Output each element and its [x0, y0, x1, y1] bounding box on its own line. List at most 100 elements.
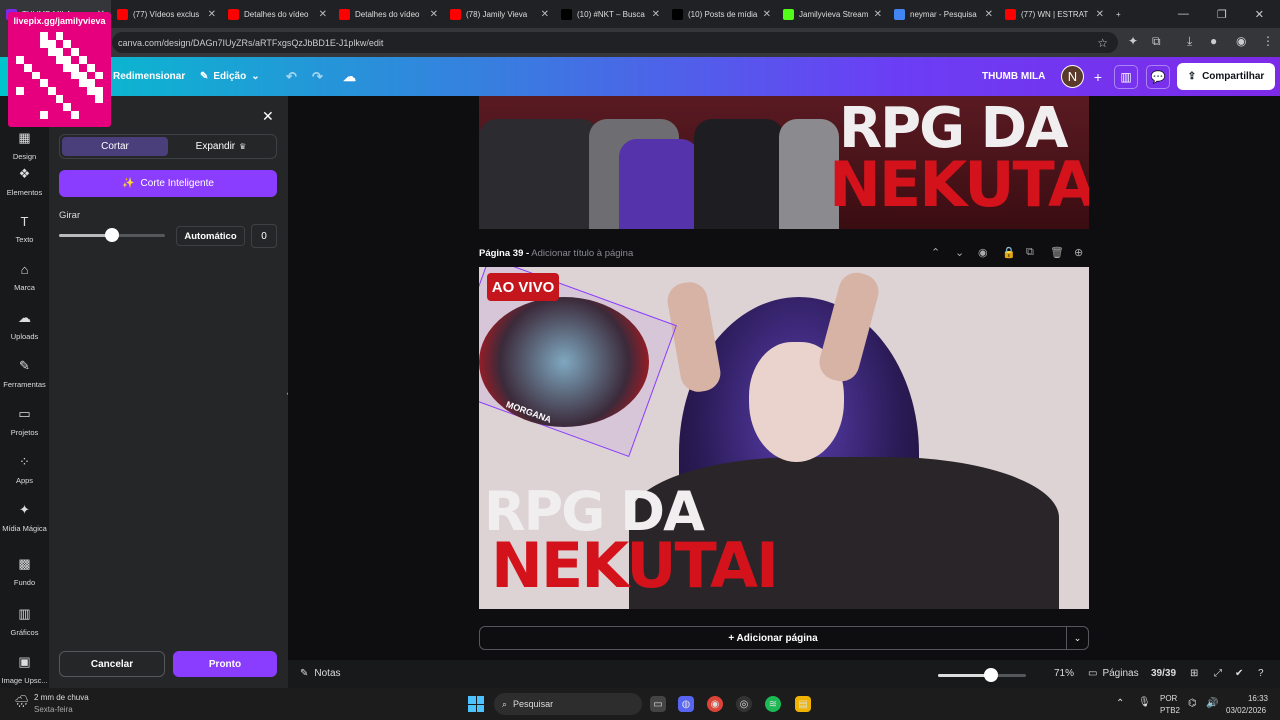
insights-chart-icon[interactable]: ▥ — [1114, 65, 1138, 89]
redo-icon[interactable]: ↷ — [312, 57, 323, 96]
obs-icon[interactable]: ◎ — [736, 696, 752, 712]
sidebar-item-apps[interactable]: ⁘ Apps — [0, 454, 49, 485]
zoom-slider[interactable] — [938, 668, 1026, 682]
sidebar-item-projetos[interactable]: ▭ Projetos — [0, 406, 49, 437]
qr-module — [63, 32, 72, 40]
tab-close-icon[interactable]: ✕ — [874, 9, 882, 20]
page-title-input[interactable]: Adicionar título à página — [531, 248, 633, 259]
sidebar-item-image-upsc-[interactable]: ▣ Image Upsc... — [0, 654, 49, 685]
tab-crop[interactable]: Cortar — [62, 137, 168, 156]
chrome-icon[interactable]: ◉ — [707, 696, 723, 712]
sidebar-item-elementos[interactable]: ❖ Elementos — [0, 166, 49, 197]
sidebar-item-texto[interactable]: T Texto — [0, 214, 49, 244]
microphone-icon[interactable]: 🎙 — [1138, 697, 1151, 708]
eye-icon[interactable]: ◉ — [978, 246, 988, 259]
tab-close-icon[interactable]: ✕ — [763, 9, 771, 20]
tab-close-icon[interactable]: ✕ — [985, 9, 993, 20]
sidebar-item-m-dia-m-gica[interactable]: ✦ Mídia Mágica — [0, 502, 49, 533]
spotify-icon[interactable]: ≋ — [765, 696, 781, 712]
bookmark-star-icon[interactable]: ☆ — [1097, 36, 1108, 50]
cancel-button[interactable]: Cancelar — [59, 651, 165, 677]
edit-menu-button[interactable]: ✎ Edição ⌄ — [200, 57, 260, 96]
share-button[interactable]: ⇪ Compartilhar — [1177, 63, 1275, 90]
tab-close-icon[interactable]: ✕ — [1096, 9, 1104, 20]
tab-close-icon[interactable]: ✕ — [208, 9, 216, 20]
sidebar-item-uploads[interactable]: ☁ Uploads — [0, 310, 49, 341]
auto-rotate-button[interactable]: Automático — [176, 226, 245, 246]
browser-tab[interactable]: Detalhes do vídeo ✕ — [222, 0, 333, 28]
puzzle-icon[interactable]: ⧉ — [1152, 34, 1161, 49]
fullscreen-icon[interactable]: ⤢ — [1214, 668, 1222, 679]
tab-expand[interactable]: Expandir ♛ — [168, 137, 274, 156]
done-button[interactable]: Pronto — [173, 651, 277, 677]
profile-ext-icon[interactable]: ● — [1210, 34, 1217, 48]
browser-tab[interactable]: (78) Jamily Vieva ✕ — [444, 0, 555, 28]
comment-icon[interactable]: 💬 — [1146, 65, 1170, 89]
zoom-slider-knob[interactable] — [983, 668, 998, 682]
taskbar-search[interactable]: ⌕ Pesquisar — [494, 693, 642, 715]
pages-button[interactable]: ▭ Páginas — [1088, 668, 1139, 679]
task-view-icon[interactable]: ▭ — [650, 696, 666, 712]
browser-tab[interactable]: neymar - Pesquisa ✕ — [888, 0, 999, 28]
tab-close-icon[interactable]: ✕ — [541, 9, 549, 20]
grid-view-icon[interactable]: ⊞ — [1190, 668, 1198, 679]
page-39[interactable]: MORGANA AO VIVO RPG DA NEKUTAI — [479, 267, 1089, 609]
duplicate-icon[interactable]: ⧉ — [1026, 246, 1034, 259]
notes-button[interactable]: ✎ Notas — [300, 668, 341, 679]
minimize-icon[interactable]: — — [1178, 8, 1189, 20]
weather-temp[interactable]: 2 mm de chuva — [34, 693, 89, 702]
add-collaborator-icon[interactable]: + — [1086, 65, 1110, 89]
rotate-slider-knob[interactable] — [105, 228, 119, 242]
close-window-icon[interactable]: ✕ — [1255, 8, 1264, 21]
tab-close-icon[interactable]: ✕ — [319, 9, 327, 20]
rotate-slider[interactable] — [59, 228, 165, 242]
check-icon[interactable]: ✔ — [1235, 668, 1243, 679]
browser-tab[interactable]: (10) Posts de mídia ✕ — [666, 0, 777, 28]
sidebar-item-marca[interactable]: ⌂ Marca — [0, 262, 49, 292]
browser-tab[interactable]: (10) #NKT – Busca ✕ — [555, 0, 666, 28]
trash-icon[interactable]: 🗑 — [1050, 246, 1064, 259]
add-page-dropdown-icon[interactable]: ⌄ — [1066, 626, 1088, 650]
chevron-up-icon[interactable]: ⌃ — [931, 246, 940, 259]
download-icon[interactable]: ⤓ — [1187, 34, 1192, 49]
browser-tab[interactable]: (77) WN | ESTRAT ✕ — [999, 0, 1110, 28]
extension-icon[interactable]: ✦ — [1128, 34, 1138, 48]
new-tab-icon[interactable]: + — [1110, 0, 1134, 28]
smart-crop-button[interactable]: ✨ Corte Inteligente — [59, 170, 277, 197]
browser-tab[interactable]: Jamilyvieva Stream ✕ — [777, 0, 888, 28]
network-icon[interactable]: ⌬ — [1188, 698, 1197, 709]
design-title[interactable]: THUMB MILA — [982, 57, 1045, 96]
sidebar-item-gr-ficos[interactable]: ▥ Gráficos — [0, 606, 49, 637]
profile-avatar-icon[interactable]: ◉ — [1236, 34, 1246, 48]
sidebar-item-fundo[interactable]: ▩ Fundo — [0, 556, 49, 587]
url-bar[interactable]: canva.com/design/DAGn7IUyZRs/aRTFxgsQzJb… — [112, 32, 1118, 53]
sidebar-item-design[interactable]: ▦ Design — [0, 130, 49, 161]
discord-icon[interactable]: ◍ — [678, 696, 694, 712]
close-panel-icon[interactable]: ✕ — [262, 108, 274, 125]
rotate-value-input[interactable]: 0 — [251, 224, 277, 248]
language-code[interactable]: POR — [1160, 694, 1177, 703]
browser-tab[interactable]: Detalhes do vídeo ✕ — [333, 0, 444, 28]
avatar[interactable]: N — [1061, 65, 1084, 88]
tab-close-icon[interactable]: ✕ — [430, 9, 438, 20]
lock-icon[interactable]: 🔒 — [1002, 246, 1016, 259]
tab-close-icon[interactable]: ✕ — [652, 9, 660, 20]
cloud-save-icon[interactable]: ☁ — [343, 57, 356, 96]
help-icon[interactable]: ? — [1258, 668, 1264, 679]
tray-chevron-icon[interactable]: ⌃ — [1116, 698, 1124, 709]
sidebar-item-ferramentas[interactable]: ✎ Ferramentas — [0, 358, 49, 389]
add-page-button[interactable]: + Adicionar página — [480, 633, 1066, 644]
zoom-level[interactable]: 71% — [1054, 668, 1074, 679]
undo-icon[interactable]: ↶ — [286, 57, 297, 96]
file-explorer-icon[interactable]: ▤ — [795, 696, 811, 712]
page-38-thumbnail[interactable]: RPG DA NEKUTAI — [479, 96, 1089, 229]
start-windows-icon[interactable] — [468, 696, 484, 712]
chevron-down-icon[interactable]: ⌄ — [955, 246, 964, 259]
browser-tab[interactable]: (77) Vídeos exclus ✕ — [111, 0, 222, 28]
maximize-icon[interactable]: ❐ — [1217, 8, 1227, 21]
add-page-icon[interactable]: ⊕ — [1074, 246, 1083, 259]
volume-icon[interactable]: 🔊 — [1206, 698, 1218, 709]
resize-button[interactable]: Redimensionar — [113, 57, 185, 96]
menu-dots-icon[interactable]: ⋮ — [1262, 34, 1274, 48]
clock-time[interactable]: 16:33 — [1234, 694, 1268, 703]
